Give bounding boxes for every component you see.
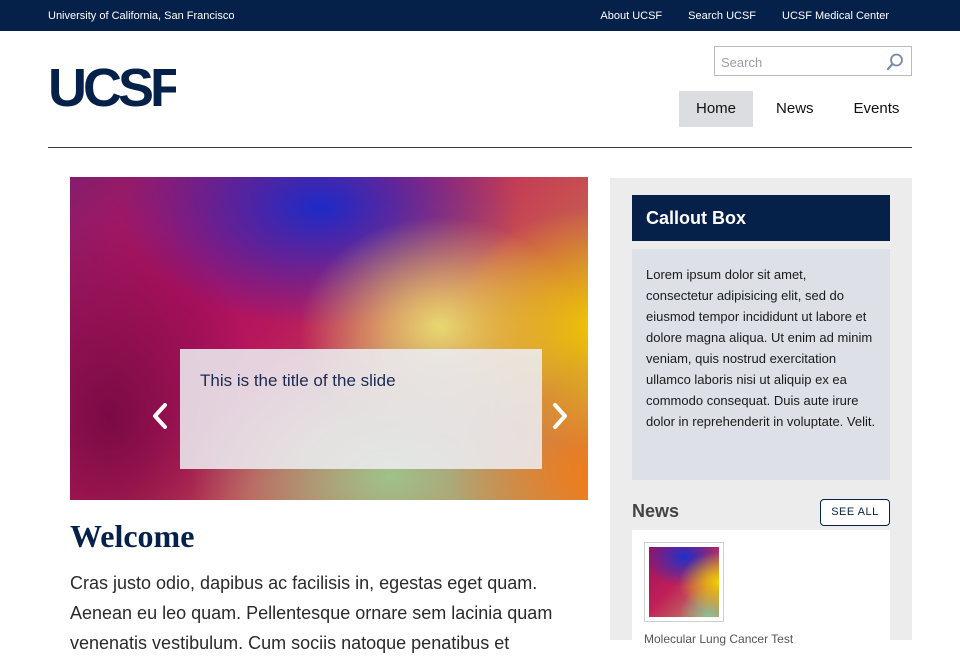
news-card[interactable]: Molecular Lung Cancer Test bbox=[632, 530, 890, 650]
ucsf-logo[interactable]: UCSF bbox=[48, 56, 186, 126]
news-thumbnail-image bbox=[649, 547, 719, 617]
about-ucsf-link[interactable]: About UCSF bbox=[600, 10, 662, 22]
news-item-title[interactable]: Molecular Lung Cancer Test bbox=[644, 632, 793, 646]
top-bar: University of California, San Francisco … bbox=[0, 0, 960, 31]
body-paragraph: Cras justo odio, dapibus ac facilisis in… bbox=[70, 573, 553, 653]
main-nav: Home News Events bbox=[679, 91, 916, 127]
search-box bbox=[714, 46, 912, 76]
see-all-button[interactable]: SEE ALL bbox=[820, 499, 890, 526]
chevron-left-icon[interactable] bbox=[148, 401, 172, 431]
search-icon[interactable] bbox=[886, 53, 904, 71]
slide-title: This is the title of the slide bbox=[200, 371, 396, 390]
image-slider[interactable]: This is the title of the slide bbox=[70, 177, 588, 500]
header-divider bbox=[48, 147, 912, 148]
page-heading: Welcome bbox=[70, 518, 195, 554]
top-links: About UCSF Search UCSF UCSF Medical Cent… bbox=[600, 10, 889, 22]
sidebar: Callout Box Lorem ipsum dolor sit amet, … bbox=[610, 178, 912, 650]
search-ucsf-link[interactable]: Search UCSF bbox=[688, 10, 756, 22]
logo-text: UCSF bbox=[48, 58, 176, 118]
slide-caption: This is the title of the slide bbox=[180, 349, 542, 469]
chevron-right-icon[interactable] bbox=[548, 401, 572, 431]
nav-item-home[interactable]: Home bbox=[679, 91, 754, 127]
news-thumbnail[interactable] bbox=[644, 542, 724, 622]
medical-center-link[interactable]: UCSF Medical Center bbox=[782, 10, 889, 22]
news-section-title: News bbox=[632, 501, 680, 521]
callout-title: Callout Box bbox=[632, 195, 890, 241]
institution-link[interactable]: University of California, San Francisco bbox=[48, 10, 234, 22]
search-input[interactable] bbox=[721, 53, 881, 71]
nav-item-news[interactable]: News bbox=[759, 91, 831, 127]
nav-item-events[interactable]: Events bbox=[837, 91, 917, 127]
callout-body: Lorem ipsum dolor sit amet, consectetur … bbox=[632, 249, 890, 480]
